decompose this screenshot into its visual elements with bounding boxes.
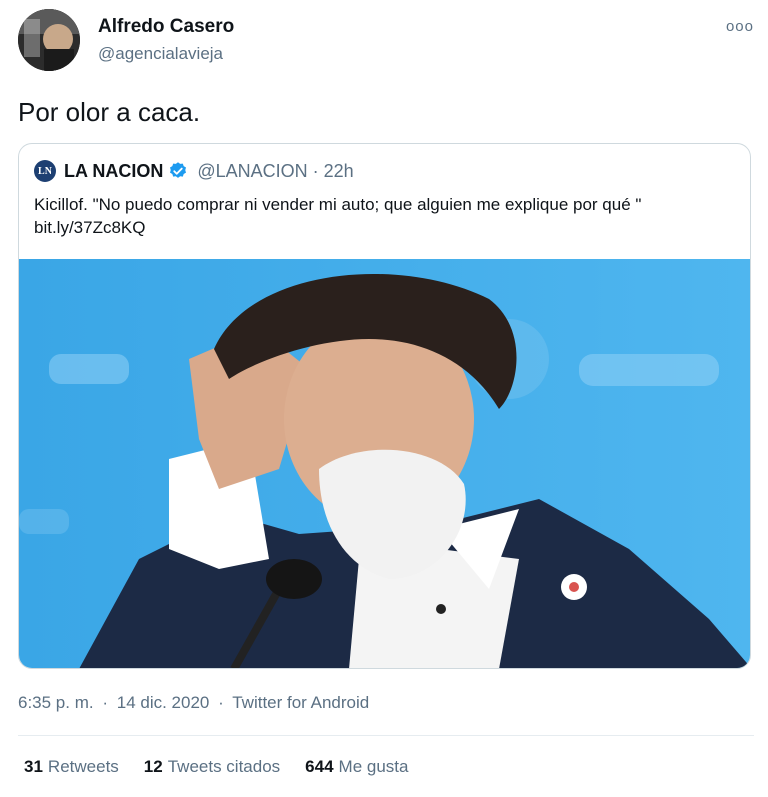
quoted-tweet-text: Kicillof. "No puedo comprar ni vender mi…	[34, 195, 642, 237]
author-handle[interactable]: @agencialavieja	[98, 44, 223, 64]
retweets-count: 31	[24, 757, 43, 776]
quoted-author-name[interactable]: LA NACION	[64, 161, 163, 182]
tweet-time[interactable]: 6:35 p. m.	[18, 693, 94, 712]
retweets-stat[interactable]: 31 Retweets	[24, 757, 119, 777]
tweet-text: Por olor a caca.	[18, 97, 201, 127]
la-nacion-logo-icon: LN	[34, 160, 56, 182]
quoted-tweet-photo[interactable]	[19, 259, 751, 669]
likes-label: Me gusta	[338, 757, 409, 776]
separator-dot: ·	[218, 693, 224, 712]
author-avatar[interactable]	[18, 9, 80, 71]
separator-dot: ·	[312, 160, 319, 181]
quoted-tweet[interactable]: LN LA NACION @LANACION · 22h Kicillof. "…	[18, 143, 751, 669]
quotes-label: Tweets citados	[167, 757, 281, 776]
tweet-source[interactable]: Twitter for Android	[232, 693, 369, 712]
likes-count: 644	[305, 757, 334, 776]
quoted-author-handle[interactable]: @LANACION	[197, 161, 307, 182]
author-name[interactable]: Alfredo Casero	[98, 16, 234, 38]
tweet-date[interactable]: 14 dic. 2020	[117, 693, 210, 712]
quoted-tweet-header: LN LA NACION @LANACION · 22h	[34, 159, 354, 183]
verified-badge-icon	[170, 162, 187, 178]
quoted-timestamp[interactable]: 22h	[324, 161, 354, 182]
more-options-icon[interactable]: ooo	[726, 18, 754, 35]
avatar-photo	[18, 9, 80, 71]
separator-dot: ·	[102, 693, 109, 712]
quote-tweets-stat[interactable]: 12 Tweets citados	[144, 757, 280, 777]
tweet-stats: 31 Retweets 12 Tweets citados 644 Me gusta	[24, 757, 408, 777]
retweets-label: Retweets	[47, 757, 119, 776]
divider	[18, 735, 754, 736]
tweet-meta: 6:35 p. m. · 14 dic. 2020 · Twitter for …	[18, 693, 373, 713]
likes-stat[interactable]: 644 Me gusta	[305, 757, 408, 777]
quotes-count: 12	[143, 757, 163, 776]
